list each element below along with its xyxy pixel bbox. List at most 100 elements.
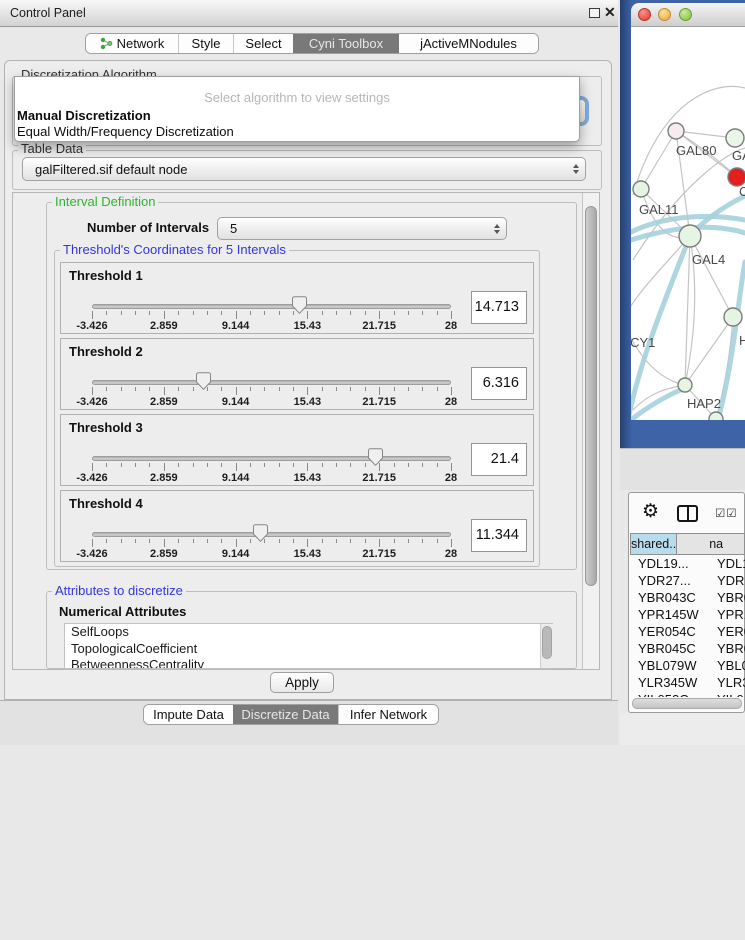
cell-name[interactable]: YBL0 [707,658,745,675]
close-traffic-light-icon[interactable] [638,8,651,21]
tick-mark [92,387,93,395]
slider-track[interactable] [92,380,451,385]
table-data-combo[interactable]: galFiltered.sif default node [22,157,586,181]
table-row[interactable]: YDL19... YDL1 [630,556,745,573]
slider-track[interactable] [92,304,451,309]
minimize-traffic-light-icon[interactable] [658,8,671,21]
table-row[interactable]: YDR27... YDR2 [630,573,745,590]
column-header-name[interactable]: na [677,533,745,555]
tab-discretize-data[interactable]: Discretize Data [233,705,338,724]
top-tab-bar: Network Style Select Cyni Toolbox jActiv… [85,33,539,54]
cell-name[interactable]: YDL1 [707,556,745,573]
network-view-canvas[interactable]: GAL80GACGAL11GAL4GCY1HHAP2 [631,27,745,420]
network-node[interactable] [668,123,684,139]
tick-mark [121,539,122,543]
tab-style[interactable]: Style [178,34,233,53]
tick-mark [164,463,165,471]
threshold-4-value-field[interactable]: 11.344 [471,519,527,552]
float-window-icon[interactable] [589,8,600,18]
table-row[interactable]: YBR043C YBR0 [630,590,745,607]
network-node[interactable] [678,378,692,392]
threshold-1-value-field[interactable]: 14.713 [471,291,527,324]
network-edge[interactable] [690,236,733,317]
table-row[interactable]: YIL052C YIL0 [630,692,745,697]
network-node[interactable] [724,308,742,326]
tick-mark [322,539,323,543]
list-scrollbar-thumb[interactable] [542,626,552,659]
popup-option-manual-discretization[interactable]: Manual Discretization [17,108,151,123]
close-icon[interactable]: ✕ [604,4,616,21]
threshold-3-value-field[interactable]: 21.4 [471,443,527,476]
tick-mark [264,539,265,543]
cell-name[interactable]: YBR0 [707,641,745,658]
tick-label: 2.859 [150,396,178,408]
list-item[interactable]: TopologicalCoefficient [65,641,552,658]
tick-mark [106,539,107,543]
split-view-icon[interactable] [677,505,698,522]
gear-icon[interactable]: ⚙ [642,500,659,523]
tick-label: 28 [445,320,457,332]
cell-shared-name[interactable]: YDL19... [630,556,707,573]
network-edge[interactable] [641,131,676,189]
threshold-2-value-field[interactable]: 6.316 [471,367,527,400]
table-row[interactable]: YPR145W YPR1 [630,607,745,624]
number-of-intervals-combo[interactable]: 5 [217,217,507,240]
tick-mark [178,311,179,315]
network-node-label: GAL80 [676,143,716,158]
tab-impute-data[interactable]: Impute Data [144,705,233,724]
cell-name[interactable]: YLR3 [707,675,745,692]
cell-name[interactable]: YBR0 [707,590,745,607]
network-node[interactable] [709,412,723,420]
attributes-group-title: Attributes to discretize [52,584,186,598]
zoom-traffic-light-icon[interactable] [679,8,692,21]
network-edge-thick[interactable] [631,236,690,420]
cell-name[interactable]: YPR1 [707,607,745,624]
slider-track[interactable] [92,532,451,537]
table-panel-header: Table Panel [620,448,745,490]
threshold-label: Threshold 2 [69,344,143,359]
cell-shared-name[interactable]: YBL079W [630,658,707,675]
network-node[interactable] [726,129,744,147]
tab-label: Style [192,36,221,51]
network-icon [100,37,113,50]
tick-mark [135,387,136,391]
checkbox-icons[interactable]: ☑☑ [715,506,738,520]
list-item[interactable]: BetweennessCentrality [65,657,552,669]
slider-track[interactable] [92,456,451,461]
tick-label: 2.859 [150,320,178,332]
tick-mark [394,311,395,315]
tab-cyni-toolbox[interactable]: Cyni Toolbox [293,34,399,53]
cell-shared-name[interactable]: YIL052C [630,692,707,697]
horizontal-scrollbar-thumb[interactable] [632,698,742,709]
apply-button[interactable]: Apply [270,672,334,693]
tick-mark [193,539,194,543]
tick-mark [365,311,366,315]
table-row[interactable]: YBL079W YBL0 [630,658,745,675]
list-item[interactable]: SelfLoops [65,624,552,641]
cell-shared-name[interactable]: YPR145W [630,607,707,624]
tab-select[interactable]: Select [233,34,293,53]
network-node-label: H [739,333,745,348]
network-node[interactable] [679,225,701,247]
cell-shared-name[interactable]: YLR345W [630,675,707,692]
cell-name[interactable]: YER0 [707,624,745,641]
cell-shared-name[interactable]: YBR045C [630,641,707,658]
vertical-scrollbar-thumb[interactable] [585,206,597,586]
tick-label: 21.715 [362,396,396,408]
column-header-shared-name[interactable]: shared... [630,533,677,555]
tab-jactivemnodules[interactable]: jActiveMNodules [399,34,538,53]
table-row[interactable]: YER054C YER0 [630,624,745,641]
tick-mark [92,463,93,471]
cell-name[interactable]: YIL0 [707,692,745,697]
cell-shared-name[interactable]: YER054C [630,624,707,641]
tab-network[interactable]: Network [86,34,178,53]
popup-option-equal-width-frequency[interactable]: Equal Width/Frequency Discretization [17,124,234,139]
cell-shared-name[interactable]: YDR27... [630,573,707,590]
cell-name[interactable]: YDR2 [707,573,745,590]
table-row[interactable]: YLR345W YLR3 [630,675,745,692]
cell-shared-name[interactable]: YBR043C [630,590,707,607]
table-row[interactable]: YBR045C YBR0 [630,641,745,658]
tick-mark [221,463,222,467]
network-node[interactable] [633,181,649,197]
tab-infer-network[interactable]: Infer Network [338,705,438,724]
